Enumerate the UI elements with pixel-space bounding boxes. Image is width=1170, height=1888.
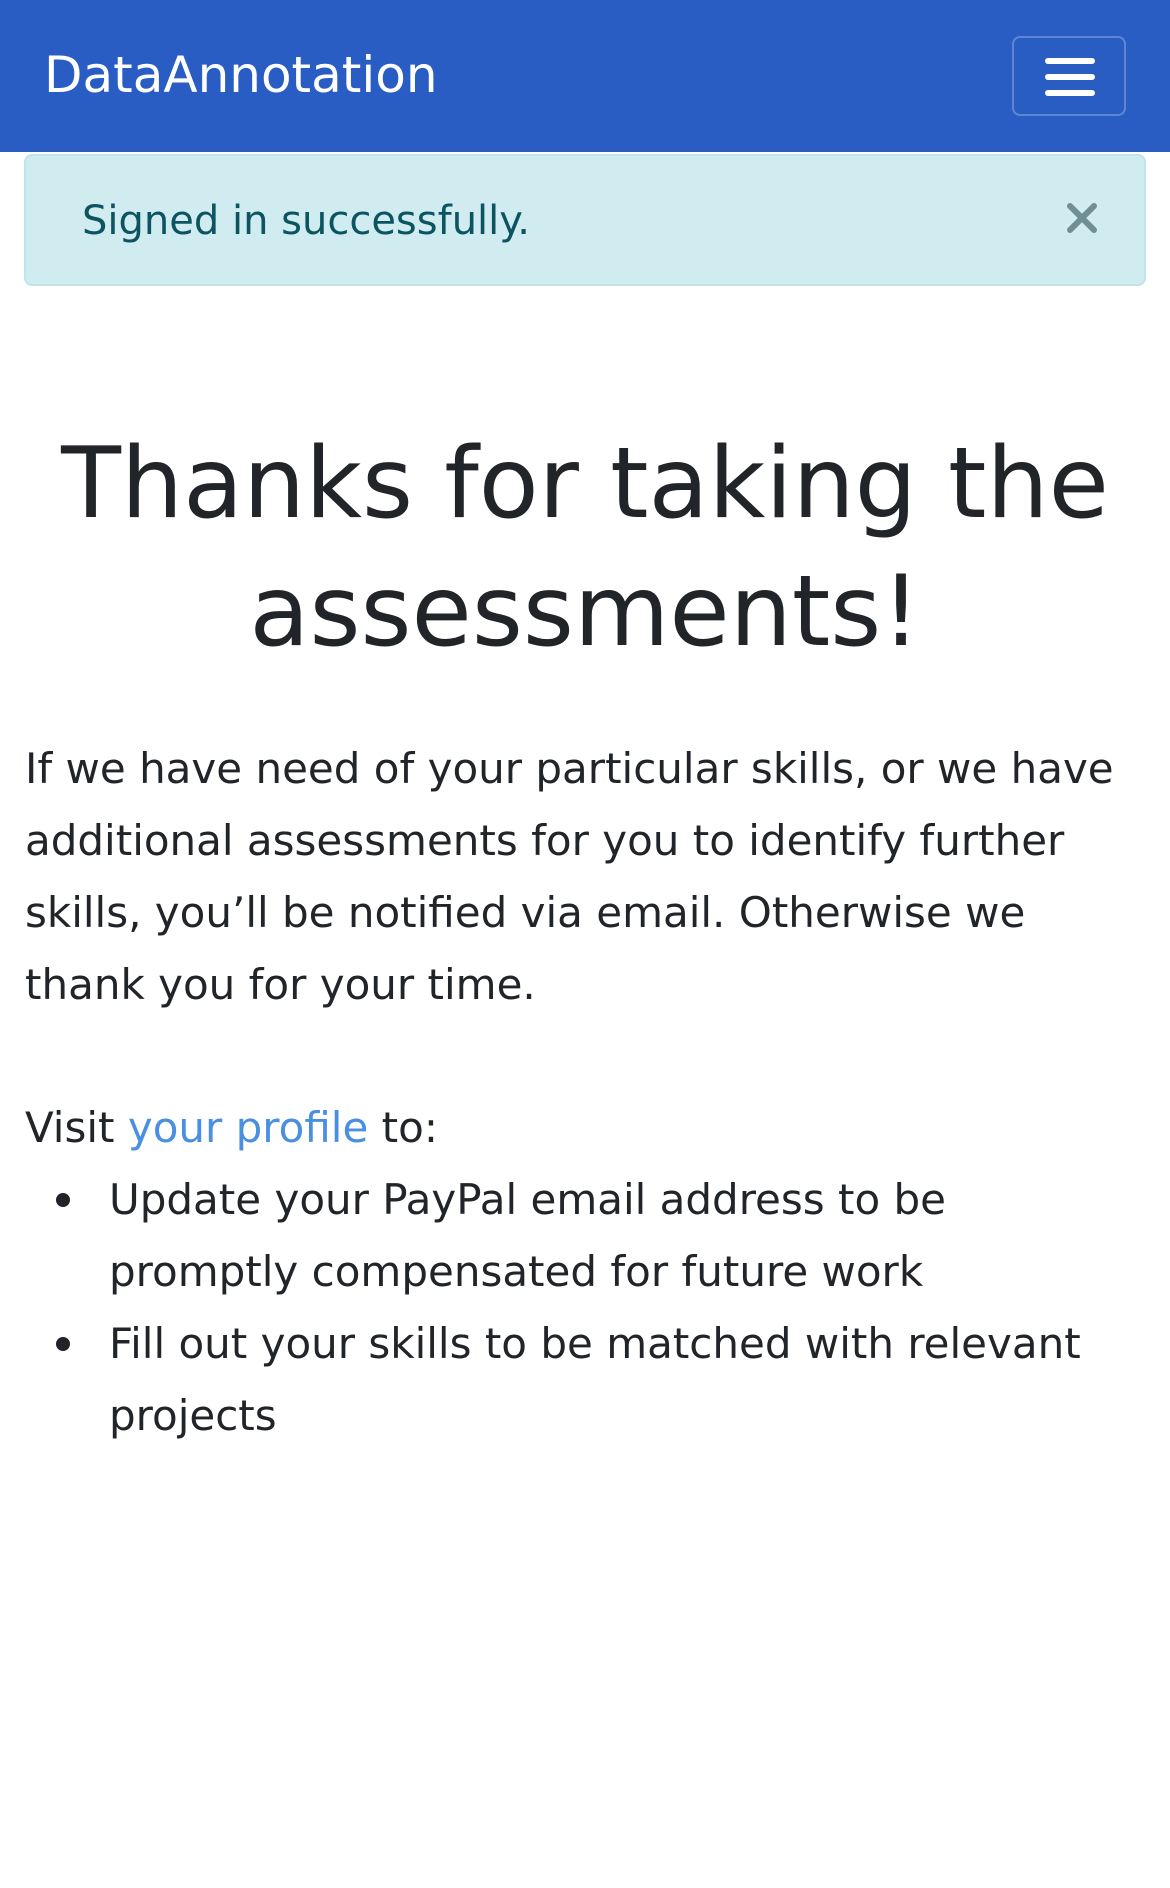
navbar-toggle-button[interactable] — [1012, 36, 1126, 116]
visit-prefix: Visit — [25, 1103, 128, 1152]
navbar: DataAnnotation — [0, 0, 1170, 152]
list-item-text: Fill out your skills to be matched with … — [109, 1319, 1081, 1440]
brand-link[interactable]: DataAnnotation — [44, 40, 438, 110]
close-icon — [1067, 203, 1097, 233]
info-paragraph: If we have need of your particular skill… — [25, 744, 1114, 1009]
list-item-text: Update your PayPal email address to be p… — [109, 1175, 947, 1296]
visit-line: Visit your profile to: — [25, 1092, 1135, 1164]
profile-actions-list: Update your PayPal email address to be p… — [25, 1164, 1135, 1452]
alert-message: Signed in successfully. — [82, 198, 530, 244]
success-alert: Signed in successfully. — [24, 154, 1146, 286]
visit-suffix: to: — [368, 1103, 438, 1152]
bullet-icon — [56, 1337, 70, 1351]
alert-close-button[interactable] — [1052, 188, 1112, 248]
page-title: Thanks for taking the assessments! — [61, 427, 1109, 669]
bullet-icon — [56, 1193, 70, 1207]
hamburger-menu-icon — [1045, 58, 1095, 96]
your-profile-link[interactable]: your profile — [128, 1103, 368, 1152]
list-item: Update your PayPal email address to be p… — [25, 1164, 1135, 1308]
list-item: Fill out your skills to be matched with … — [25, 1308, 1135, 1452]
